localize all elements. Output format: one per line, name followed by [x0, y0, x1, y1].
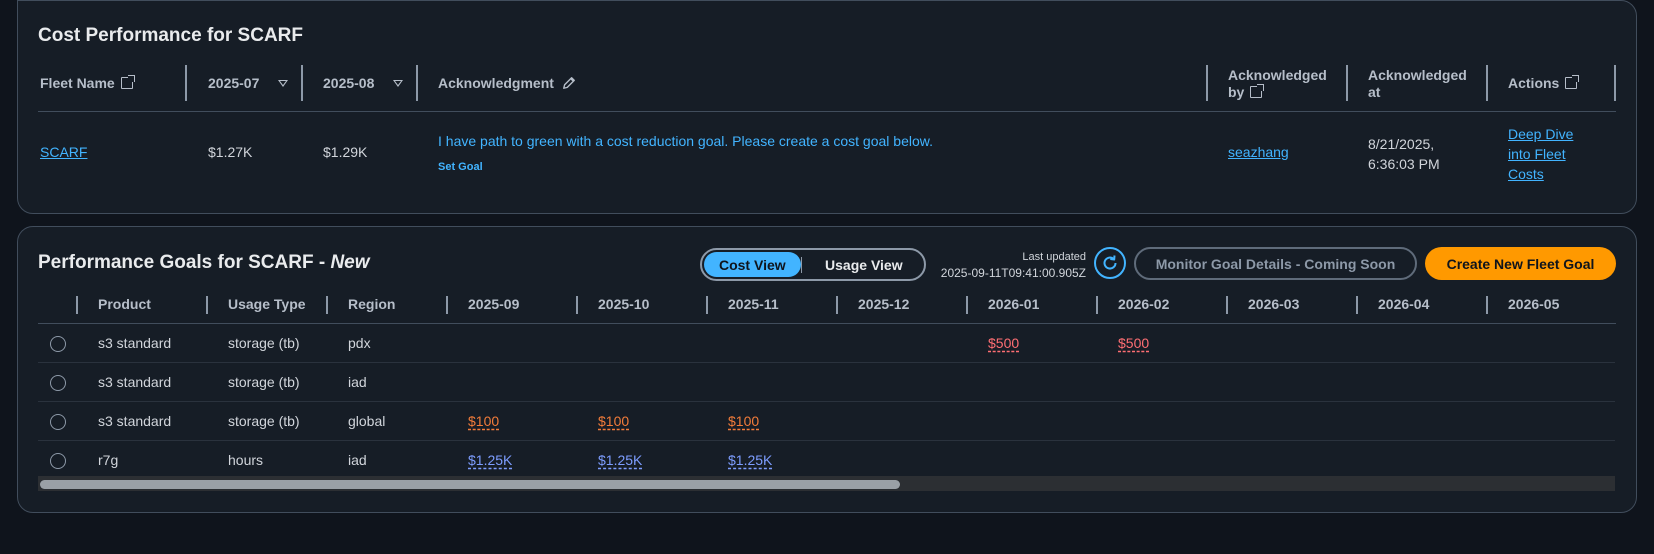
column-divider[interactable]	[326, 296, 328, 314]
refresh-icon	[1103, 255, 1117, 270]
performance-goals-title: Performance Goals for SCARF - New	[38, 252, 370, 273]
column-divider[interactable]	[706, 296, 708, 314]
table-row[interactable]: r7g hours iad $1.25K $1.25K $1.25K	[38, 441, 1615, 480]
column-divider[interactable]	[1346, 65, 1348, 101]
goal-value-2025-09[interactable]: $100	[468, 413, 499, 429]
col-fleet-name[interactable]: Fleet Name	[40, 64, 135, 102]
col-acknowledged-at: Acknowledged at	[1368, 67, 1467, 100]
goal-value-2025-10[interactable]: $100	[598, 413, 629, 429]
col-2026-02: 2026-02	[1118, 296, 1170, 312]
col-2025-11: 2025-11	[728, 296, 779, 312]
usage-type-cell: hours	[228, 452, 264, 468]
goal-value-2026-02[interactable]: $500	[1118, 335, 1149, 351]
col-acknowledgment: Acknowledgment	[438, 64, 576, 102]
column-divider[interactable]	[1486, 296, 1488, 314]
toggle-divider	[800, 256, 802, 273]
col-actions: Actions	[1508, 64, 1580, 102]
scrollbar-thumb[interactable]	[40, 480, 900, 489]
col-2025-09: 2025-09	[468, 296, 520, 312]
col-2026-04: 2026-04	[1378, 296, 1430, 312]
row-select-radio[interactable]	[50, 414, 66, 430]
column-divider[interactable]	[1486, 65, 1488, 101]
region-cell: pdx	[348, 335, 371, 351]
monitor-goal-details-button[interactable]: Monitor Goal Details - Coming Soon	[1134, 247, 1417, 280]
create-fleet-goal-button[interactable]: Create New Fleet Goal	[1425, 247, 1616, 280]
table-row[interactable]: s3 standard storage (tb) global $100 $10…	[38, 402, 1615, 441]
external-link-icon[interactable]	[1565, 75, 1580, 89]
product-cell: s3 standard	[98, 335, 172, 351]
goal-value-2025-10[interactable]: $1.25K	[598, 452, 642, 468]
col-2026-01: 2026-01	[988, 296, 1040, 312]
col-2025-12: 2025-12	[858, 296, 910, 312]
col-acknowledged-by: Acknowledged by	[1228, 67, 1327, 100]
row-select-radio[interactable]	[50, 375, 66, 391]
view-toggle: Cost View Usage View	[700, 248, 926, 281]
row-select-radio[interactable]	[50, 453, 66, 469]
column-divider[interactable]	[1226, 296, 1228, 314]
acknowledged-at: 8/21/2025, 6:36:03 PM	[1368, 136, 1440, 172]
column-divider	[76, 296, 78, 314]
cost-2025-08: $1.29K	[323, 144, 368, 160]
goal-value-2025-09[interactable]: $1.25K	[468, 452, 512, 468]
set-goal-link[interactable]: Set Goal	[438, 161, 483, 173]
column-divider[interactable]	[576, 296, 578, 314]
column-divider[interactable]	[206, 296, 208, 314]
table-row[interactable]: s3 standard storage (tb) pdx $500 $500	[38, 324, 1615, 363]
acknowledgment-text: I have path to green with a cost reducti…	[438, 133, 933, 149]
col-usage-type: Usage Type	[228, 296, 306, 312]
external-link-icon[interactable]	[120, 75, 135, 89]
column-divider[interactable]	[1356, 296, 1358, 314]
fleet-name-link[interactable]: SCARF	[40, 144, 87, 160]
column-divider[interactable]	[1096, 296, 1098, 314]
product-cell: s3 standard	[98, 374, 172, 390]
last-updated: Last updated 2025-09-11T09:41:00.905Z	[940, 251, 1086, 280]
column-divider[interactable]	[836, 296, 838, 314]
goal-value-2025-11[interactable]: $1.25K	[728, 452, 772, 468]
region-cell: iad	[348, 452, 367, 468]
cost-view-button[interactable]: Cost View	[704, 252, 801, 277]
region-cell: iad	[348, 374, 367, 390]
product-cell: s3 standard	[98, 413, 172, 429]
goal-value-2025-11[interactable]: $100	[728, 413, 759, 429]
cost-performance-title: Cost Performance for SCARF	[38, 25, 303, 46]
pencil-icon[interactable]	[562, 76, 576, 90]
header-divider	[38, 111, 1616, 112]
col-2026-05: 2026-05	[1508, 296, 1560, 312]
column-divider[interactable]	[301, 65, 303, 101]
sort-caret-icon[interactable]	[278, 79, 288, 87]
acknowledged-by-link[interactable]: seazhang	[1228, 144, 1289, 160]
col-2026-03: 2026-03	[1248, 296, 1300, 312]
column-divider[interactable]	[446, 296, 448, 314]
column-divider[interactable]	[1206, 65, 1208, 101]
cost-2025-07: $1.27K	[208, 144, 253, 160]
usage-type-cell: storage (tb)	[228, 413, 300, 429]
refresh-button[interactable]	[1094, 247, 1126, 279]
col-2025-08[interactable]: 2025-08	[323, 64, 403, 102]
goal-value-2026-01[interactable]: $500	[988, 335, 1019, 351]
usage-type-cell: storage (tb)	[228, 374, 300, 390]
col-2025-07[interactable]: 2025-07	[208, 64, 288, 102]
col-product: Product	[98, 296, 151, 312]
col-2025-10: 2025-10	[598, 296, 650, 312]
column-divider[interactable]	[966, 296, 968, 314]
col-region: Region	[348, 296, 396, 312]
region-cell: global	[348, 413, 386, 429]
row-select-radio[interactable]	[50, 336, 66, 352]
external-link-icon[interactable]	[1250, 84, 1265, 98]
usage-view-button[interactable]: Usage View	[806, 252, 922, 277]
column-divider	[1614, 65, 1616, 101]
table-row[interactable]: s3 standard storage (tb) iad	[38, 363, 1615, 402]
product-cell: r7g	[98, 452, 119, 468]
column-divider[interactable]	[416, 65, 418, 101]
column-divider[interactable]	[185, 65, 187, 101]
usage-type-cell: storage (tb)	[228, 335, 300, 351]
deep-dive-link[interactable]: Deep Dive into Fleet Costs	[1508, 124, 1573, 184]
sort-caret-icon[interactable]	[393, 79, 403, 87]
